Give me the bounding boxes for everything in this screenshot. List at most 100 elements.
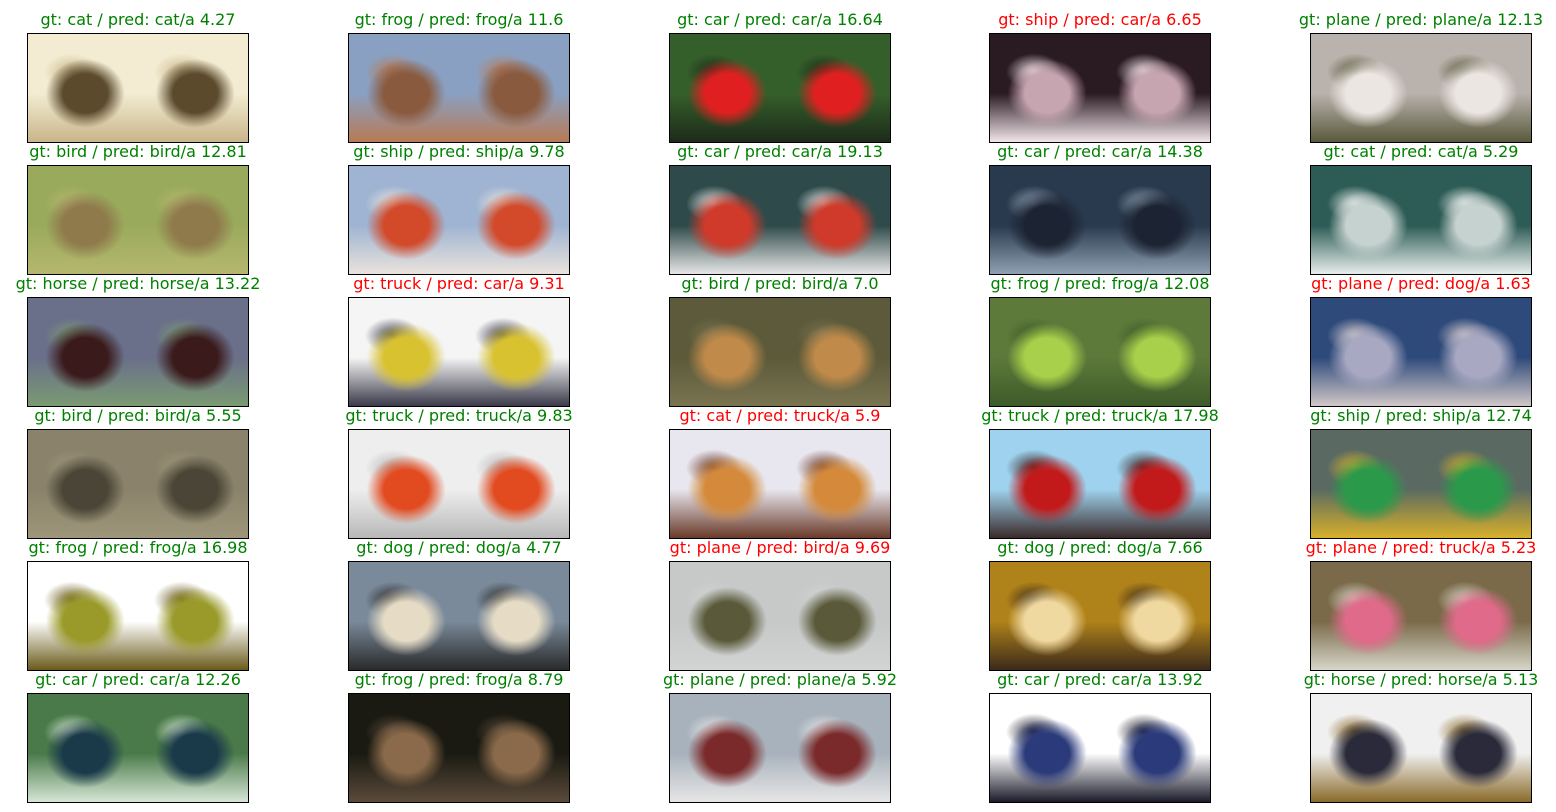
image-pair <box>1310 429 1532 539</box>
original-thumbnail <box>28 562 138 670</box>
panel-title: gt: plane / pred: truck/a 5.23 <box>1305 538 1537 557</box>
original-thumbnail <box>1311 694 1421 802</box>
image-pair <box>1310 297 1532 407</box>
original-thumbnail <box>1311 166 1421 274</box>
original-thumbnail <box>28 34 138 142</box>
panel-title: gt: horse / pred: horse/a 13.22 <box>15 274 261 293</box>
image-pair <box>989 429 1211 539</box>
augmented-thumbnail <box>1100 166 1210 274</box>
original-thumbnail <box>990 562 1100 670</box>
original-thumbnail <box>670 166 780 274</box>
augmented-thumbnail <box>138 562 248 670</box>
panel-title: gt: frog / pred: frog/a 11.6 <box>354 10 564 29</box>
panel-title: gt: bird / pred: bird/a 12.81 <box>29 142 247 161</box>
augmented-thumbnail <box>780 298 890 406</box>
original-thumbnail <box>670 298 780 406</box>
original-thumbnail <box>28 430 138 538</box>
image-pair <box>1310 561 1532 671</box>
image-pair <box>669 561 891 671</box>
augmented-thumbnail <box>1421 430 1531 538</box>
original-thumbnail <box>28 166 138 274</box>
panel-title: gt: car / pred: car/a 14.38 <box>997 142 1203 161</box>
original-thumbnail <box>349 34 459 142</box>
panel-title: gt: plane / pred: plane/a 12.13 <box>1298 10 1544 29</box>
image-pair <box>669 297 891 407</box>
panel-title: gt: truck / pred: truck/a 9.83 <box>345 406 573 425</box>
panel-title: gt: plane / pred: bird/a 9.69 <box>669 538 891 557</box>
augmented-thumbnail <box>780 694 890 802</box>
image-pair <box>27 561 249 671</box>
augmented-thumbnail <box>138 430 248 538</box>
augmented-thumbnail <box>138 166 248 274</box>
augmented-thumbnail <box>459 694 569 802</box>
augmented-thumbnail <box>459 298 569 406</box>
panel-title: gt: truck / pred: car/a 9.31 <box>353 274 565 293</box>
panel-title: gt: horse / pred: horse/a 5.13 <box>1303 670 1539 689</box>
augmented-thumbnail <box>780 562 890 670</box>
panel-title: gt: car / pred: car/a 12.26 <box>35 670 241 689</box>
panel-title: gt: plane / pred: dog/a 1.63 <box>1311 274 1531 293</box>
image-pair <box>669 693 891 803</box>
panel-title: gt: frog / pred: frog/a 12.08 <box>990 274 1210 293</box>
panel-title: gt: bird / pred: bird/a 7.0 <box>681 274 879 293</box>
panel-title: gt: frog / pred: frog/a 16.98 <box>28 538 248 557</box>
panel-title: gt: dog / pred: dog/a 4.77 <box>356 538 562 557</box>
image-pair <box>1310 165 1532 275</box>
augmented-thumbnail <box>459 562 569 670</box>
augmented-thumbnail <box>1421 694 1531 802</box>
augmented-thumbnail <box>1421 166 1531 274</box>
original-thumbnail <box>990 298 1100 406</box>
original-thumbnail <box>990 34 1100 142</box>
image-pair <box>1310 693 1532 803</box>
augmented-thumbnail <box>1100 694 1210 802</box>
image-pair <box>348 297 570 407</box>
panel-title: gt: car / pred: car/a 19.13 <box>677 142 883 161</box>
image-pair <box>989 33 1211 143</box>
image-pair <box>348 33 570 143</box>
panel-title: gt: ship / pred: ship/a 9.78 <box>353 142 565 161</box>
prediction-grid: gt: cat / pred: cat/a 4.27 gt: frog / pre… <box>0 0 1556 812</box>
augmented-thumbnail <box>459 34 569 142</box>
original-thumbnail <box>349 694 459 802</box>
augmented-thumbnail <box>1100 562 1210 670</box>
augmented-thumbnail <box>459 166 569 274</box>
panel-title: gt: ship / pred: car/a 6.65 <box>998 10 1202 29</box>
original-thumbnail <box>670 562 780 670</box>
augmented-thumbnail <box>1100 298 1210 406</box>
original-thumbnail <box>1311 562 1421 670</box>
original-thumbnail <box>349 298 459 406</box>
augmented-thumbnail <box>780 166 890 274</box>
image-pair <box>348 693 570 803</box>
image-pair <box>27 33 249 143</box>
image-pair <box>669 33 891 143</box>
image-pair <box>669 429 891 539</box>
augmented-thumbnail <box>459 430 569 538</box>
panel-title: gt: plane / pred: plane/a 5.92 <box>662 670 897 689</box>
original-thumbnail <box>670 430 780 538</box>
original-thumbnail <box>1311 430 1421 538</box>
augmented-thumbnail <box>1100 34 1210 142</box>
image-pair <box>27 297 249 407</box>
original-thumbnail <box>28 298 138 406</box>
original-thumbnail <box>1311 298 1421 406</box>
image-pair <box>348 429 570 539</box>
image-pair <box>348 165 570 275</box>
augmented-thumbnail <box>1421 298 1531 406</box>
augmented-thumbnail <box>1100 430 1210 538</box>
original-thumbnail <box>349 562 459 670</box>
augmented-thumbnail <box>138 34 248 142</box>
augmented-thumbnail <box>1421 34 1531 142</box>
panel-title: gt: truck / pred: truck/a 17.98 <box>981 406 1219 425</box>
image-pair <box>27 693 249 803</box>
panel-title: gt: bird / pred: bird/a 5.55 <box>34 406 242 425</box>
augmented-thumbnail <box>138 298 248 406</box>
image-pair <box>669 165 891 275</box>
panel-title: gt: car / pred: car/a 13.92 <box>997 670 1203 689</box>
augmented-thumbnail <box>1421 562 1531 670</box>
image-pair <box>348 561 570 671</box>
image-pair <box>1310 33 1532 143</box>
original-thumbnail <box>28 694 138 802</box>
image-pair <box>27 165 249 275</box>
panel-title: gt: dog / pred: dog/a 7.66 <box>997 538 1203 557</box>
image-pair <box>989 561 1211 671</box>
